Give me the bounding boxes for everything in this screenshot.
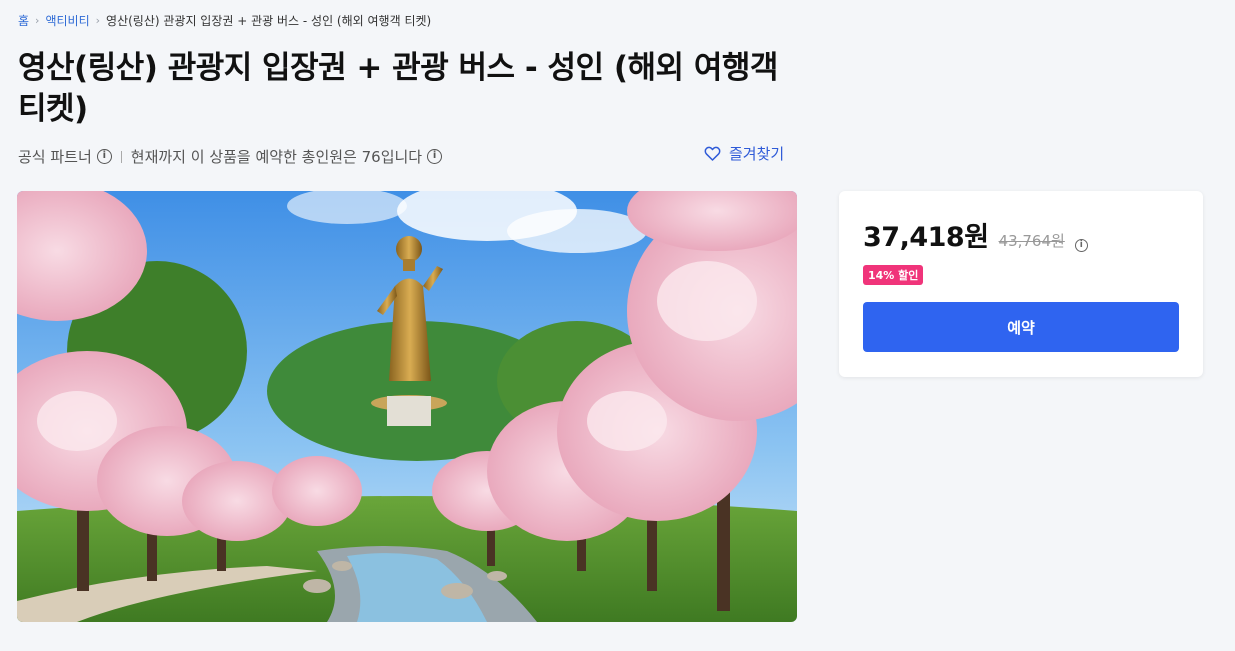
- divider: [120, 150, 122, 163]
- partner-label: 공식 파트너: [18, 148, 92, 166]
- chevron-right-icon: ›: [35, 14, 40, 27]
- booked-count-text: 현재까지 이 상품을 예약한 총인원은 76입니다: [130, 148, 423, 166]
- product-meta: 공식 파트너 i 현재까지 이 상품을 예약한 총인원은 76입니다 i: [18, 146, 443, 167]
- breadcrumb-home-link[interactable]: 홈: [18, 12, 29, 29]
- book-button[interactable]: 예약: [863, 302, 1179, 352]
- breadcrumb: 홈 › 액티비티 › 영산(링산) 관광지 입장권 + 관광 버스 - 성인 (…: [18, 12, 431, 29]
- favorite-label: 즐겨찾기: [729, 145, 785, 163]
- breadcrumb-category-link[interactable]: 액티비티: [45, 12, 89, 29]
- info-icon[interactable]: i: [427, 149, 443, 164]
- chevron-right-icon: ›: [95, 14, 101, 27]
- price-row: 37,418원 43,764원 i: [863, 215, 1088, 254]
- page-title: 영산(링산) 관광지 입장권 + 관광 버스 - 성인 (해외 여행객 티켓): [18, 50, 778, 127]
- heart-icon: [704, 146, 721, 161]
- discount-badge: 14% 할인: [863, 265, 924, 285]
- price-card: 37,418원 43,764원 i 14% 할인 예약: [839, 191, 1203, 377]
- current-price: 37,418원: [863, 222, 989, 253]
- favorite-button[interactable]: 즐겨찾기: [704, 143, 784, 164]
- info-icon[interactable]: i: [96, 149, 112, 164]
- info-icon[interactable]: i: [1074, 239, 1088, 252]
- hero-illustration: [17, 191, 797, 622]
- product-hero-image[interactable]: [17, 191, 797, 622]
- breadcrumb-current: 영산(링산) 관광지 입장권 + 관광 버스 - 성인 (해외 여행객 티켓): [106, 14, 432, 28]
- original-price: 43,764원: [998, 232, 1065, 250]
